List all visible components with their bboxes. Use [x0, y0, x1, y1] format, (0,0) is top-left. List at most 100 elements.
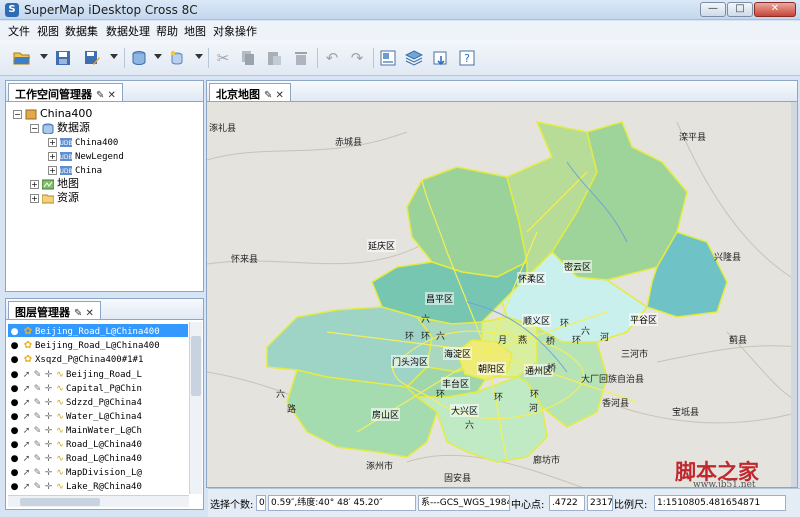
status-bar: 选择个数: 0 0.59″,纬度:40° 48′ 45.20″ 系---GCS_… — [208, 488, 800, 517]
layer-pin-close[interactable]: ✎ ✕ — [74, 308, 94, 319]
tree-resources-node[interactable]: + 资源 — [30, 191, 79, 204]
menu-object-operation[interactable]: 对象操作 — [213, 23, 257, 39]
layer-row[interactable]: ● ➚ ✎ ✛ ∿ MapDivision_L@ — [8, 465, 188, 478]
tab-workspace-manager[interactable]: 工作空间管理器 ✎ ✕ — [8, 83, 123, 102]
open-dropdown-arrow[interactable] — [40, 54, 48, 59]
expand-icon[interactable]: + — [30, 179, 39, 189]
layer-row[interactable]: ● ➚ ✎ ✛ ∿ Road_L@China40 — [8, 437, 188, 450]
copy-icon[interactable] — [238, 48, 258, 68]
map-label-outside: 滦平县 — [679, 133, 707, 143]
selectable-arrow-icon[interactable]: ➚ — [21, 481, 32, 494]
tab-layer-manager[interactable]: 图层管理器 ✎ ✕ — [8, 301, 101, 320]
tree-resources-label: 资源 — [57, 191, 79, 204]
layer-row[interactable]: ● ➚ ✎ ✛ ∿ Water_L@China4 — [8, 409, 188, 422]
layer-vertical-scrollbar[interactable] — [189, 322, 202, 494]
visibility-eye-icon[interactable]: ● — [8, 354, 21, 367]
maximize-button[interactable]: □ — [727, 2, 753, 17]
database-icon[interactable] — [129, 48, 149, 68]
new-datasource-icon[interactable] — [167, 48, 187, 68]
map-canvas[interactable] — [207, 102, 798, 488]
save-dropdown-arrow[interactable] — [110, 54, 118, 59]
help-icon[interactable]: ? — [457, 48, 477, 68]
paste-icon[interactable] — [264, 48, 284, 68]
delete-icon[interactable] — [291, 48, 311, 68]
expand-icon[interactable]: + — [48, 165, 57, 175]
main-toolbar: ✂ ↶ ↷ ? — [0, 40, 800, 76]
datasource-dropdown-arrow[interactable] — [195, 54, 203, 59]
export-icon[interactable] — [431, 48, 451, 68]
map-label-district: 大兴区 — [450, 404, 480, 417]
layer-panel-header: 图层管理器 ✎ ✕ — [5, 298, 204, 320]
map-tab-title: 北京地图 — [216, 88, 260, 101]
editable-pencil-icon[interactable]: ✎ — [32, 481, 43, 494]
map-label-outside: 涿礼县 — [209, 124, 237, 134]
menu-data-process[interactable]: 数据处理 — [106, 23, 150, 39]
map-tab-header: 北京地图 ✎ ✕ — [206, 80, 798, 102]
map-label-district: 顺义区 — [522, 314, 552, 327]
cut-icon[interactable]: ✂ — [213, 48, 233, 68]
collapse-icon[interactable]: − — [30, 123, 39, 133]
collapse-icon[interactable]: − — [13, 109, 22, 119]
tree-maps-node[interactable]: + 地图 — [30, 177, 79, 190]
tree-datasource-item[interactable]: + UDB China — [48, 163, 102, 176]
database-dropdown-arrow[interactable] — [154, 54, 162, 59]
map-pin-close[interactable]: ✎ ✕ — [264, 90, 284, 101]
map-view[interactable]: 涿礼县 赤城县 滦平县 怀来县 兴隆县 蓟县 三河市 大厂回族自治县 香河县 宝… — [206, 101, 798, 488]
selection-count-field: 0 — [256, 495, 266, 511]
layer-row[interactable]: ● ➚ ✎ ✛ ∿ Lake_R@China40 — [8, 479, 188, 492]
layer-name: Sdzzd_P@China4 — [66, 398, 142, 408]
redo-icon[interactable]: ↷ — [347, 48, 367, 68]
workspace-pin-close[interactable]: ✎ ✕ — [96, 90, 116, 101]
menu-file[interactable]: 文件 — [8, 23, 30, 39]
tree-datasources-node[interactable]: − 数据源 — [30, 121, 90, 134]
tree-datasource-item[interactable]: + UDB NewLegend — [48, 149, 124, 162]
udb-icon: UDB — [60, 151, 72, 161]
expand-icon[interactable]: + — [48, 137, 57, 147]
map-road-text: 路 — [287, 405, 297, 415]
layer-row[interactable]: ● ➚ ✎ ✛ ∿ Capital_P@Chin — [8, 381, 188, 394]
menu-help[interactable]: 帮助 — [156, 23, 178, 39]
tree-root-workspace[interactable]: − China400 — [13, 107, 92, 120]
map-road-text: 六 — [465, 421, 475, 431]
map-folder-icon — [42, 179, 54, 189]
layer-row[interactable]: ● ➚ ✎ ✛ ∿ Road_L@China40 — [8, 451, 188, 464]
save-icon[interactable] — [53, 48, 73, 68]
layer-row[interactable]: ● ➚ ✎ ✛ ∿ Beijing_Road_L — [8, 367, 188, 380]
tab-beijing-map[interactable]: 北京地图 ✎ ✕ — [209, 83, 291, 102]
menu-dataset[interactable]: 数据集 — [65, 23, 98, 39]
layer-name: Road_L@China40 — [66, 454, 142, 464]
layer-row[interactable]: ● ✿ Beijing_Road_L@China400 — [8, 324, 188, 337]
layer-type-icon: ∿ — [56, 482, 64, 492]
center-y-field[interactable]: 2317 — [587, 495, 613, 511]
scrollbar-thumb[interactable] — [191, 336, 201, 396]
center-x-field[interactable]: .4722 — [549, 495, 585, 511]
scale-field[interactable]: 1:1510805.481654871 — [654, 495, 786, 511]
undo-icon[interactable]: ↶ — [322, 48, 342, 68]
expand-icon[interactable]: + — [30, 193, 39, 203]
layout-icon[interactable] — [378, 48, 398, 68]
datasource-folder-icon — [42, 123, 54, 134]
scale-label: 比例尺: — [614, 500, 648, 511]
save-as-icon[interactable] — [82, 48, 102, 68]
open-icon[interactable] — [12, 48, 32, 68]
map-label-district: 海淀区 — [443, 347, 473, 360]
scrollbar-thumb[interactable] — [20, 498, 100, 506]
layer-row[interactable]: ● ✿ Beijing_Road_L@China400 — [8, 338, 188, 351]
layer-row[interactable]: ● ➚ ✎ ✛ ∿ MainWater_L@Ch — [8, 423, 188, 436]
menu-bar: 文件 视图 数据集 数据处理 帮助 地图 对象操作 — [0, 21, 800, 40]
menu-view[interactable]: 视图 — [37, 23, 59, 39]
close-button[interactable]: ✕ — [754, 2, 796, 17]
snap-icon[interactable]: ✛ — [43, 481, 54, 494]
menu-map[interactable]: 地图 — [184, 23, 206, 39]
layers-icon[interactable] — [404, 48, 424, 68]
visibility-eye-icon[interactable]: ● — [8, 481, 21, 494]
layer-name: Beijing_Road_L — [66, 370, 142, 380]
layer-row[interactable]: ● ➚ ✎ ✛ ∿ Sdzzd_P@China4 — [8, 395, 188, 408]
map-road-text: 月 — [498, 336, 508, 346]
layer-row[interactable]: ● ✿ Xsqzd_P@China400#1#1 — [8, 352, 188, 365]
layer-symbol-icon: ✿ — [23, 354, 33, 365]
tree-datasource-item[interactable]: + UDB China400 — [48, 135, 118, 148]
layer-horizontal-scrollbar[interactable] — [8, 495, 189, 507]
expand-icon[interactable]: + — [48, 151, 57, 161]
minimize-button[interactable]: — — [700, 2, 726, 17]
